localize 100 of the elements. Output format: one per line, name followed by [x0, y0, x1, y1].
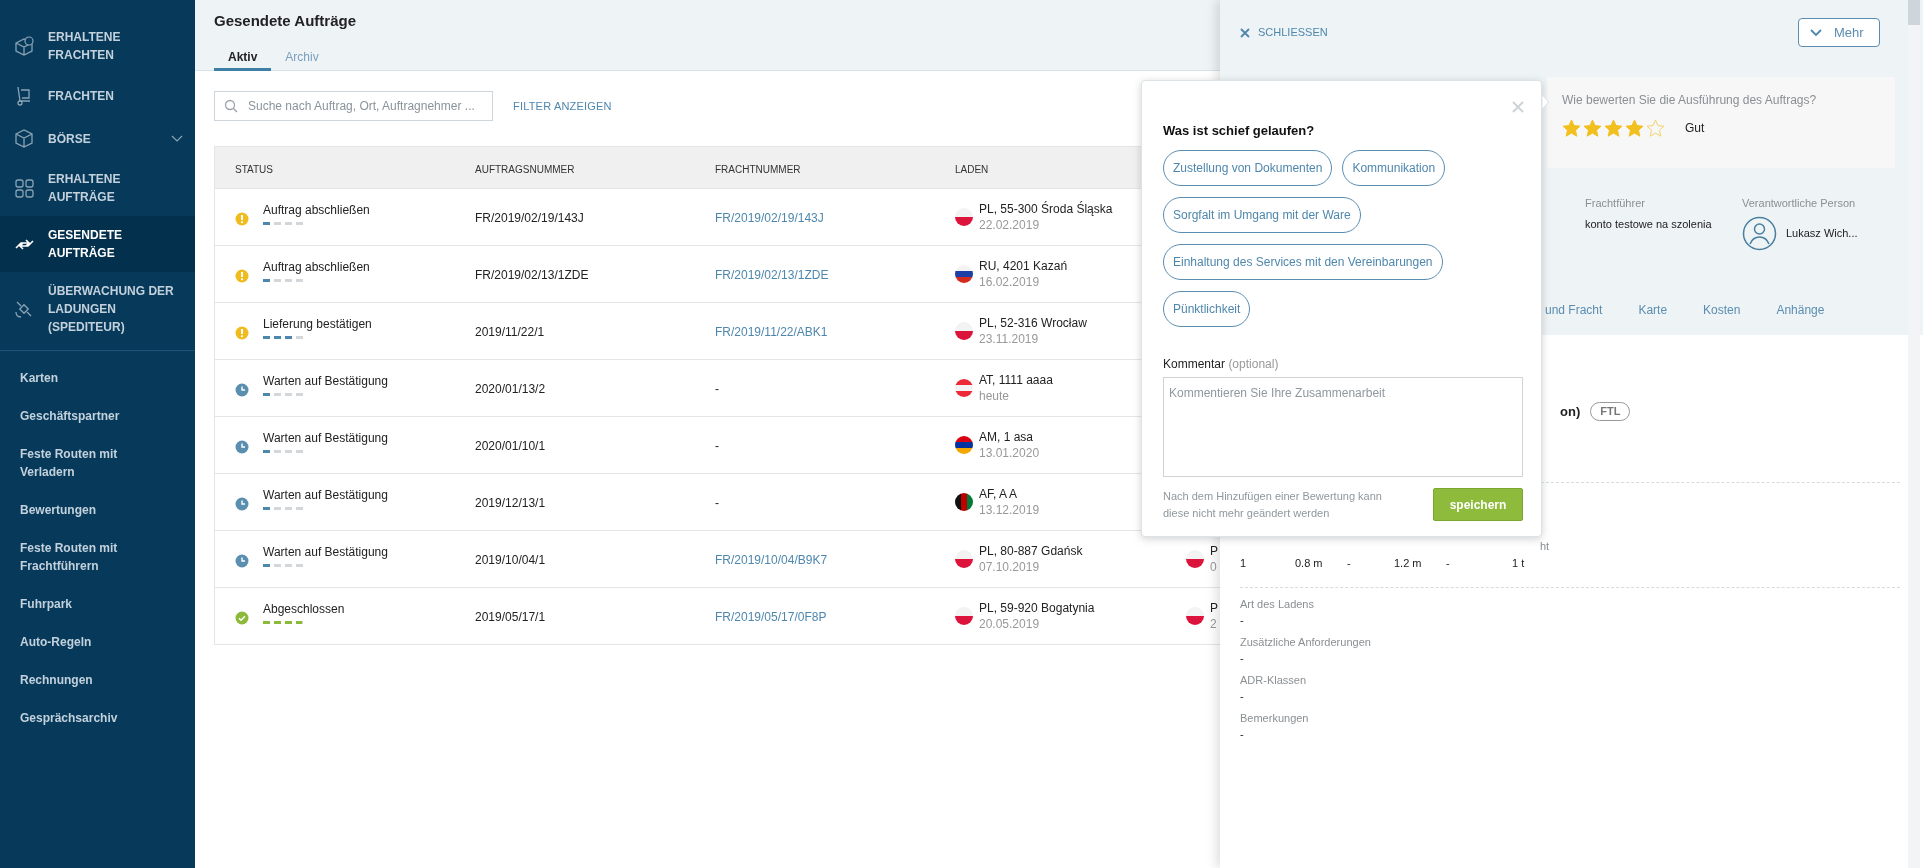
freight-link[interactable]: FR/2019/10/04/B9K7 [715, 553, 828, 567]
flag-icon [955, 322, 973, 340]
star-filled-icon[interactable] [1604, 119, 1623, 137]
place-text: AM, 1 asa [979, 429, 1035, 445]
star-filled-icon[interactable] [1583, 119, 1602, 137]
sidebar-link[interactable]: Auto-Regeln [0, 623, 195, 661]
sidebar-item[interactable]: ÜBERWACHUNG DER LADUNGEN (SPEDITEUR) [0, 272, 195, 346]
sidebar-item[interactable]: FRACHTEN [0, 74, 195, 117]
place-text: AT, 1111 aaaa [979, 372, 1053, 388]
freight-link[interactable]: FR/2019/02/19/143J [715, 211, 824, 225]
dimension-value: - [1446, 555, 1451, 571]
flag-icon [1186, 607, 1204, 625]
status-text: Abgeschlossen [263, 601, 345, 618]
filter-link[interactable]: FILTER ANZEIGEN [513, 97, 612, 115]
sidebar-link[interactable]: Rechnungen [0, 661, 195, 699]
warning-icon [235, 212, 249, 226]
star-empty-icon[interactable] [1646, 119, 1665, 137]
field-label: ADR-Klassen [1240, 673, 1308, 687]
clock-icon [235, 554, 249, 568]
order-number: 2019/11/22/1 [475, 325, 545, 339]
reason-chip[interactable]: Sorgfalt im Umgang mit der Ware [1163, 196, 1361, 233]
reason-chip[interactable]: Einhaltung des Services mit den Vereinbarungen [1163, 243, 1443, 280]
field-label: Bemerkungen [1240, 711, 1310, 725]
date-text: 13.12.2019 [979, 502, 1040, 518]
popup-title: Was ist schief gelaufen? [1163, 122, 1316, 140]
column-header[interactable]: LADEN [955, 163, 989, 175]
sidebar-item[interactable]: ERHALTENE AUFTRÄGE [0, 160, 195, 216]
date-text: 0 [1210, 559, 1218, 575]
field-value: - [1240, 613, 1245, 627]
status-text: Warten auf Bestätigung [263, 487, 388, 504]
optional-hint: (optional) [1228, 356, 1279, 371]
sidebar-link[interactable]: Bewertungen [0, 491, 195, 529]
freight-link[interactable]: FR/2019/05/17/0F8P [715, 610, 827, 624]
scrollbar-thumb[interactable] [1908, 0, 1920, 25]
sidebar-link[interactable]: Karten [0, 359, 195, 397]
clock-icon [235, 440, 249, 454]
close-icon[interactable] [1512, 101, 1524, 113]
column-header[interactable]: AUFTRAGSNUMMER [475, 163, 575, 175]
place-text: P [1210, 543, 1218, 559]
date-text: 20.05.2019 [979, 616, 1041, 632]
place-text: PL, 55-300 Środa Śląska [979, 201, 1113, 217]
sidebar-link[interactable]: Feste Routen mit Frachtführern [0, 529, 195, 585]
column-header: ht [1540, 538, 1550, 553]
flag-icon [955, 550, 973, 568]
comment-field[interactable]: Kommentieren Sie Ihre Zusammenarbeit [1163, 376, 1523, 477]
more-button[interactable]: Mehr [1798, 18, 1880, 47]
date-text: 07.10.2019 [979, 559, 1041, 575]
cargo-heading: on) [1560, 403, 1581, 421]
sidebar-item[interactable]: ERHALTENE FRACHTEN [0, 18, 195, 74]
sidebar-item[interactable]: GESENDETE AUFTRÄGE [0, 216, 195, 272]
status-text: Lieferung bestätigen [263, 316, 372, 333]
note-text: Nach dem Hinzufügen einer Bewertung kann diese nicht mehr geändert werden [1163, 488, 1383, 521]
dimension-value: 1 [1240, 555, 1248, 571]
responsible-label: Verantwortliche Person [1742, 196, 1857, 211]
order-number: FR/2019/02/13/1ZDE [475, 268, 589, 282]
responsible-name: Lukasz Wich... [1786, 225, 1858, 241]
place-text: RU, 4201 Kazań [979, 258, 1068, 274]
tab[interactable]: Aktiv [214, 45, 272, 71]
dimension-value: 1.2 m [1394, 555, 1423, 571]
status-text: Auftrag abschließen [263, 202, 370, 219]
status-text: Warten auf Bestätigung [263, 373, 388, 390]
field-label: Zusätzliche Anforderungen [1240, 635, 1372, 649]
sidebar-link[interactable]: Fuhrpark [0, 585, 195, 623]
date-text: 13.01.2020 [979, 445, 1040, 461]
carrier-label: Frachtführer [1585, 196, 1646, 211]
column-header[interactable]: FRACHTNUMMER [715, 163, 801, 175]
sidebar-link[interactable]: Geschäftspartner [0, 397, 195, 435]
reason-chip[interactable]: Kommunikation [1342, 149, 1446, 186]
freight-link[interactable]: FR/2019/11/22/ABK1 [715, 325, 828, 339]
column-header[interactable]: STATUS [235, 163, 273, 175]
reason-chip[interactable]: Zustellung von Dokumenten [1163, 149, 1333, 186]
flag-icon [1186, 550, 1204, 568]
cube-icon [13, 127, 36, 150]
order-number: 2019/12/13/1 [475, 496, 546, 510]
clock-icon [235, 383, 249, 397]
date-text: 22.02.2019 [979, 217, 1041, 233]
freight-link[interactable]: FR/2019/02/13/1ZDE [715, 268, 829, 282]
chevron-down-icon [1810, 28, 1822, 37]
star-filled-icon[interactable] [1625, 119, 1644, 137]
sidebar-link[interactable]: Feste Routen mit Verladern [0, 435, 195, 491]
flag-icon [955, 208, 973, 226]
close-button[interactable]: SCHLIESSEN [1240, 18, 1328, 47]
place-text: AF, A A [979, 486, 1019, 502]
flag-icon [955, 379, 973, 397]
reason-chip[interactable]: Pünktlichkeit [1163, 290, 1251, 327]
sidebar-link[interactable]: Gesprächsarchiv [0, 699, 195, 737]
freight-number: - [715, 382, 719, 396]
order-number: 2019/05/17/1 [475, 610, 546, 624]
page-title: Gesendete Aufträge [214, 11, 357, 31]
order-number: FR/2019/02/19/143J [475, 211, 584, 225]
star-rating[interactable] [1562, 119, 1665, 137]
freight-number: - [715, 496, 719, 510]
place-text: PL, 80-887 Gdańsk [979, 543, 1083, 559]
date-text: 16.02.2019 [979, 274, 1041, 290]
field-label: Art des Ladens [1240, 597, 1315, 611]
search-field[interactable]: Suche nach Auftrag, Ort, Auftragnehmer ... [214, 91, 493, 121]
sidebar-item[interactable]: BÖRSE [0, 117, 195, 160]
star-filled-icon[interactable] [1562, 119, 1581, 137]
place-text: PL, 59-920 Bogatynia [979, 600, 1095, 616]
rating-question: Wie bewerten Sie die Ausführung des Auftrags? [1562, 92, 1818, 109]
